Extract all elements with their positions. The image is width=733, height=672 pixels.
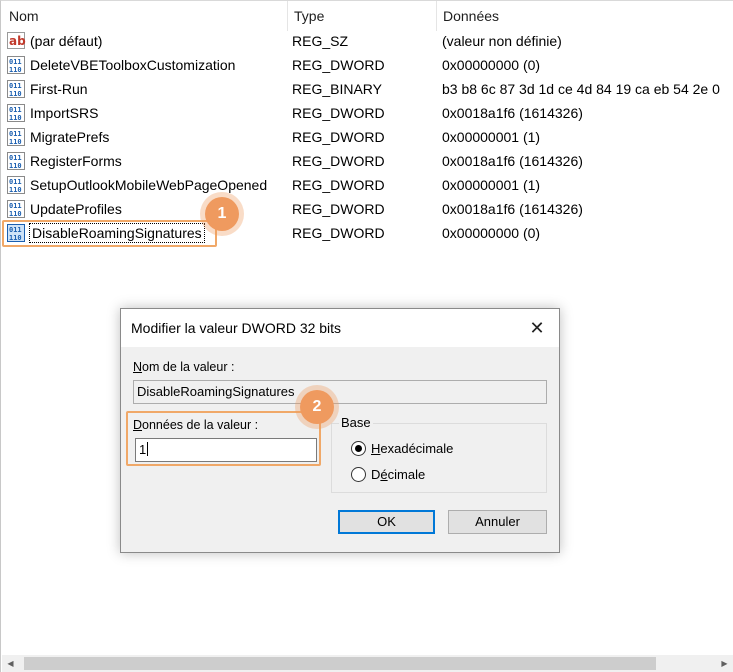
string-value-icon: ab — [7, 32, 26, 49]
decimal-radio-label[interactable]: Décimale — [371, 467, 425, 482]
svg-text:011: 011 — [9, 178, 22, 186]
value-data: 0x00000001 (1) — [442, 177, 541, 193]
value-data: 0x00000001 (1) — [442, 129, 541, 145]
value-type: REG_DWORD — [292, 201, 385, 217]
value-type: REG_DWORD — [292, 105, 385, 121]
value-name: MigratePrefs — [30, 129, 110, 145]
horizontal-scrollbar[interactable]: ◀ ▶ — [2, 655, 733, 672]
list-item[interactable]: 011 110 ImportSRS REG_DWORD 0x0018a1f6 (1… — [2, 101, 733, 125]
svg-text:110: 110 — [9, 66, 22, 74]
svg-text:110: 110 — [9, 90, 22, 98]
binary-value-icon: 011110 — [7, 80, 25, 98]
binary-value-icon: 011110 — [7, 200, 25, 218]
cancel-button[interactable]: Annuler — [448, 510, 547, 534]
value-data: (valeur non définie) — [442, 33, 562, 49]
binary-value-icon: 011110 — [7, 176, 25, 194]
svg-text:011: 011 — [9, 130, 22, 138]
svg-text:011: 011 — [9, 154, 22, 162]
svg-text:110: 110 — [9, 210, 22, 218]
value-type: REG_DWORD — [292, 225, 385, 241]
value-type: REG_DWORD — [292, 177, 385, 193]
value-data: 0x0018a1f6 (1614326) — [442, 105, 583, 121]
accelerator-key: H — [371, 441, 381, 456]
svg-text:011: 011 — [9, 202, 22, 210]
svg-text:110: 110 — [9, 186, 22, 194]
value-type: REG_DWORD — [292, 153, 385, 169]
list-item[interactable]: 011 110 RegisterForms REG_DWORD 0x0018a1f… — [2, 149, 733, 173]
dialog-title: Modifier la valeur DWORD 32 bits — [121, 309, 559, 347]
highlight-box — [2, 220, 217, 247]
value-name: First-Run — [30, 81, 88, 97]
svg-text:011: 011 — [9, 82, 22, 90]
value-name-field[interactable]: DisableRoamingSignatures — [133, 380, 547, 404]
accelerator-key: é — [380, 467, 388, 482]
value-name: SetupOutlookMobileWebPageOpened — [30, 177, 268, 193]
value-type: REG_DWORD — [292, 57, 385, 73]
svg-text:110: 110 — [9, 162, 22, 170]
value-name: (par défaut) — [30, 33, 103, 49]
column-header-type[interactable]: Type — [287, 1, 324, 31]
label-text: D — [371, 467, 381, 482]
value-data: 0x0018a1f6 (1614326) — [442, 153, 583, 169]
value-type: REG_DWORD — [292, 129, 385, 145]
list-item[interactable]: 011 110 UpdateProfiles REG_DWORD 0x0018a1… — [2, 197, 733, 221]
binary-value-icon: 011110 — [7, 104, 25, 122]
svg-text:011: 011 — [9, 106, 22, 114]
accelerator-key: N — [133, 360, 143, 374]
registry-window: Nom Type Données ab (par défaut) REG_SZ … — [0, 0, 733, 672]
decimal-radio[interactable] — [351, 467, 366, 482]
scroll-right-icon[interactable]: ▶ — [716, 655, 733, 672]
list-item[interactable]: 011 110 DeleteVBEToolboxCustomization REG… — [2, 53, 733, 77]
label-text: cimale — [387, 467, 426, 482]
label-text: om de la valeur : — [142, 360, 235, 374]
scrollbar-thumb[interactable] — [24, 657, 656, 670]
list-item[interactable]: ab (par défaut) REG_SZ (valeur non défin… — [2, 29, 733, 53]
hex-radio-label[interactable]: Hexadécimale — [371, 441, 453, 456]
value-name: RegisterForms — [30, 153, 122, 169]
base-groupbox — [331, 423, 547, 493]
list-header: Nom Type Données — [2, 1, 733, 31]
binary-value-icon: 011110 — [7, 56, 25, 74]
value-name-label: Nom de la valeur : — [133, 360, 234, 374]
scroll-left-icon[interactable]: ◀ — [2, 655, 19, 672]
column-header-name[interactable]: Nom — [2, 1, 39, 31]
value-type: REG_BINARY — [292, 81, 382, 97]
value-data: 0x00000000 (0) — [442, 57, 541, 73]
value-name: DeleteVBEToolboxCustomization — [30, 57, 236, 73]
svg-text:110: 110 — [9, 138, 22, 146]
list-item[interactable]: 011 110 MigratePrefs REG_DWORD 0x00000001… — [2, 125, 733, 149]
value-name: UpdateProfiles — [30, 201, 122, 217]
list-item[interactable]: 011 110 First-Run REG_BINARY b3 b8 6c 87 … — [2, 77, 733, 101]
value-data: b3 b8 6c 87 3d 1d ce 4d 84 19 ca eb 54 2… — [442, 81, 720, 97]
value-data: 0x0018a1f6 (1614326) — [442, 201, 583, 217]
svg-text:011: 011 — [9, 58, 22, 66]
label-text: exadécimale — [380, 441, 454, 456]
column-header-data[interactable]: Données — [436, 1, 499, 31]
value-data: 0x00000000 (0) — [442, 225, 541, 241]
value-name: ImportSRS — [30, 105, 99, 121]
base-label: Base — [339, 415, 373, 430]
close-icon[interactable]: ✕ — [521, 313, 553, 343]
binary-value-icon: 011110 — [7, 128, 25, 146]
hex-radio[interactable] — [351, 441, 366, 456]
list-item[interactable]: 011 110 SetupOutlookMobileWebPageOpened R… — [2, 173, 733, 197]
binary-value-icon: 011110 — [7, 152, 25, 170]
step-badge-2: 2 — [300, 390, 334, 424]
highlight-box — [126, 411, 321, 466]
step-badge-1: 1 — [205, 197, 239, 231]
ok-button[interactable]: OK — [338, 510, 435, 534]
value-type: REG_SZ — [292, 33, 349, 49]
svg-text:110: 110 — [9, 114, 22, 122]
